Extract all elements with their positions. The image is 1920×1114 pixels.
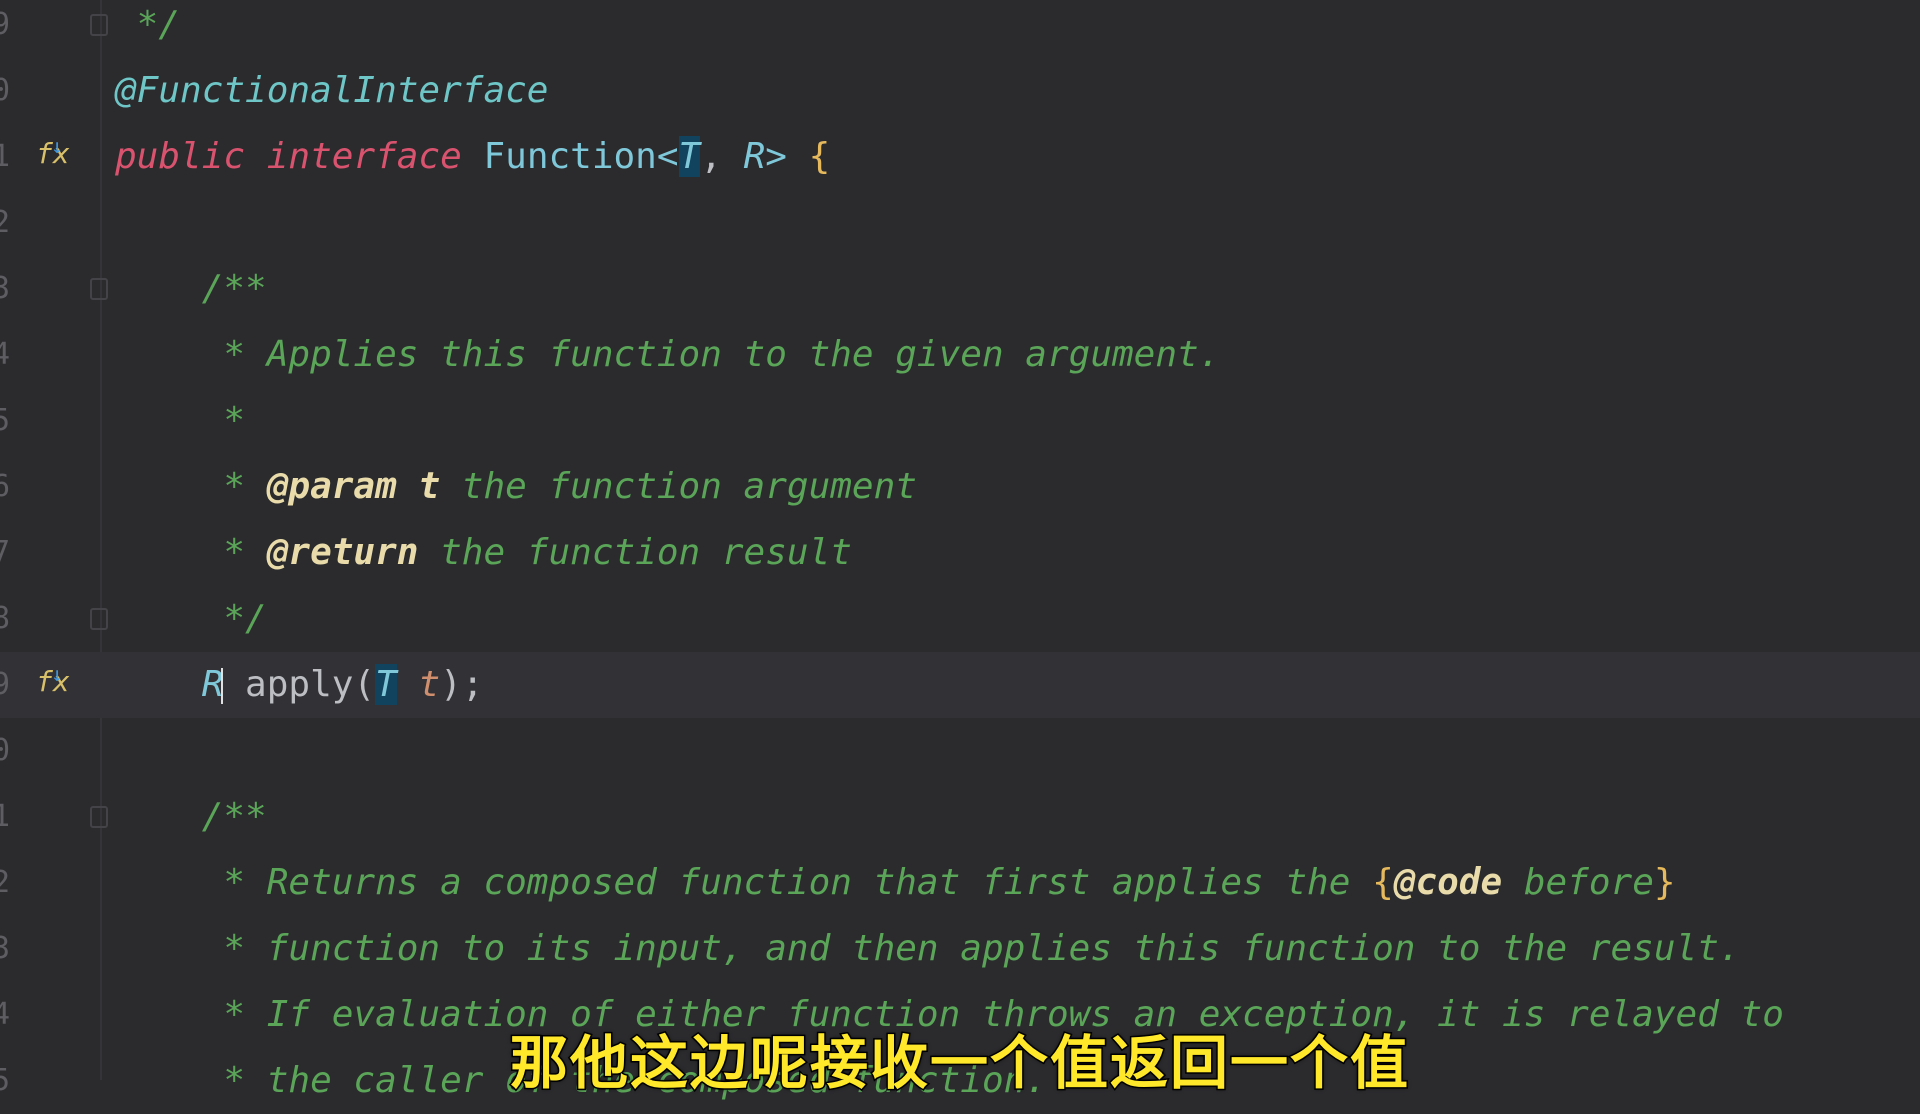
code-text: * Returns a composed function that first… bbox=[115, 850, 1676, 916]
code-token: Function< bbox=[483, 136, 679, 177]
code-text: */ bbox=[115, 586, 267, 652]
code-token: t bbox=[396, 664, 441, 705]
code-line[interactable]: 6 * @param t the function argument bbox=[0, 454, 1920, 520]
line-number: 2 bbox=[0, 865, 10, 900]
fold-icon[interactable] bbox=[90, 278, 108, 300]
code-text: * function to its input, and then applie… bbox=[115, 916, 1741, 982]
code-line[interactable]: 0 bbox=[0, 718, 1920, 784]
line-number: 0 bbox=[0, 73, 10, 108]
code-line[interactable]: 9 */ bbox=[0, 0, 1920, 58]
line-number: 1 bbox=[0, 799, 10, 834]
code-token: */ bbox=[115, 4, 181, 45]
line-number: 5 bbox=[0, 403, 10, 438]
implementations-gutter-icon[interactable]: fx ↓ bbox=[36, 134, 70, 170]
code-text: * Applies this function to the given arg… bbox=[115, 322, 1220, 388]
video-subtitle: 那他这边呢接收一个值返回一个值 bbox=[508, 1028, 1410, 1099]
line-number: 9 bbox=[0, 667, 10, 702]
line-number: 3 bbox=[0, 271, 10, 306]
code-token: t bbox=[396, 466, 441, 507]
code-token: T bbox=[678, 136, 701, 177]
code-line[interactable]: 0 @FunctionalInterface bbox=[0, 58, 1920, 124]
line-number: 6 bbox=[0, 469, 10, 504]
code-token: /** bbox=[115, 796, 267, 837]
code-token: public interface bbox=[115, 136, 484, 177]
code-text: /** bbox=[115, 784, 267, 850]
code-line[interactable]: 8 */ bbox=[0, 586, 1920, 652]
code-text: R apply(T t); bbox=[115, 652, 484, 718]
code-token: , bbox=[700, 136, 744, 177]
code-token: apply( bbox=[223, 664, 376, 705]
code-token: * bbox=[115, 532, 267, 573]
code-token: @return bbox=[266, 532, 419, 573]
code-line[interactable]: 3 /** bbox=[0, 256, 1920, 322]
code-token: * function to its input, and then applie… bbox=[115, 928, 1741, 969]
implementations-gutter-icon[interactable]: fx ↓ bbox=[36, 662, 70, 698]
code-token: @FunctionalInterface bbox=[115, 70, 549, 111]
code-line[interactable]: 7 * @return the function result bbox=[0, 520, 1920, 586]
code-line[interactable]: 2 * Returns a composed function that fir… bbox=[0, 850, 1920, 916]
code-text: */ bbox=[115, 0, 180, 58]
code-token: T bbox=[375, 664, 397, 705]
code-text: * @return the function result bbox=[115, 520, 852, 586]
code-token: the function argument bbox=[440, 466, 917, 507]
code-token: @param bbox=[266, 466, 397, 507]
code-line[interactable]: 5 * bbox=[0, 388, 1920, 454]
code-token: { bbox=[808, 136, 831, 177]
line-number: 3 bbox=[0, 931, 10, 966]
code-token: * Applies this function to the given arg… bbox=[115, 334, 1221, 375]
line-number: 1 bbox=[0, 139, 10, 174]
code-text: /** bbox=[115, 256, 267, 322]
code-token: } bbox=[1653, 862, 1676, 903]
code-token: * Returns a composed function that first… bbox=[115, 862, 1373, 903]
code-token: ); bbox=[440, 664, 484, 705]
line-number: 7 bbox=[0, 535, 10, 570]
code-token: before bbox=[1502, 862, 1654, 903]
code-token: R bbox=[743, 136, 766, 177]
code-line[interactable]: 2 bbox=[0, 190, 1920, 256]
code-token: */ bbox=[115, 598, 267, 639]
line-number: 8 bbox=[0, 601, 10, 636]
code-token: the function result bbox=[418, 532, 852, 573]
code-token: @code bbox=[1393, 862, 1503, 903]
code-token: { bbox=[1372, 862, 1394, 903]
fold-icon[interactable] bbox=[90, 806, 108, 828]
code-token: > bbox=[765, 136, 809, 177]
fold-icon[interactable] bbox=[90, 14, 108, 36]
code-text: public interface Function<T, R> { bbox=[115, 124, 830, 190]
line-number: 4 bbox=[0, 337, 10, 372]
code-text: * @param t the function argument bbox=[115, 454, 917, 520]
line-number: 2 bbox=[0, 205, 10, 240]
code-line[interactable]: 1 fx ↓ public interface Function<T, R> { bbox=[0, 124, 1920, 190]
fold-icon[interactable] bbox=[90, 608, 108, 630]
code-text: @FunctionalInterface bbox=[115, 58, 548, 124]
line-number: 0 bbox=[0, 733, 10, 768]
code-token: * bbox=[115, 400, 246, 441]
code-token: * bbox=[115, 466, 267, 507]
code-token: /** bbox=[115, 268, 267, 309]
code-line[interactable]: 4 * Applies this function to the given a… bbox=[0, 322, 1920, 388]
code-token: R bbox=[115, 664, 224, 705]
code-line-current[interactable]: 9 fx ↓ R apply(T t); bbox=[0, 652, 1920, 718]
code-text: * bbox=[115, 388, 245, 454]
code-line[interactable]: 3 * function to its input, and then appl… bbox=[0, 916, 1920, 982]
code-line[interactable]: 1 /** bbox=[0, 784, 1920, 850]
line-number: 9 bbox=[0, 7, 10, 42]
